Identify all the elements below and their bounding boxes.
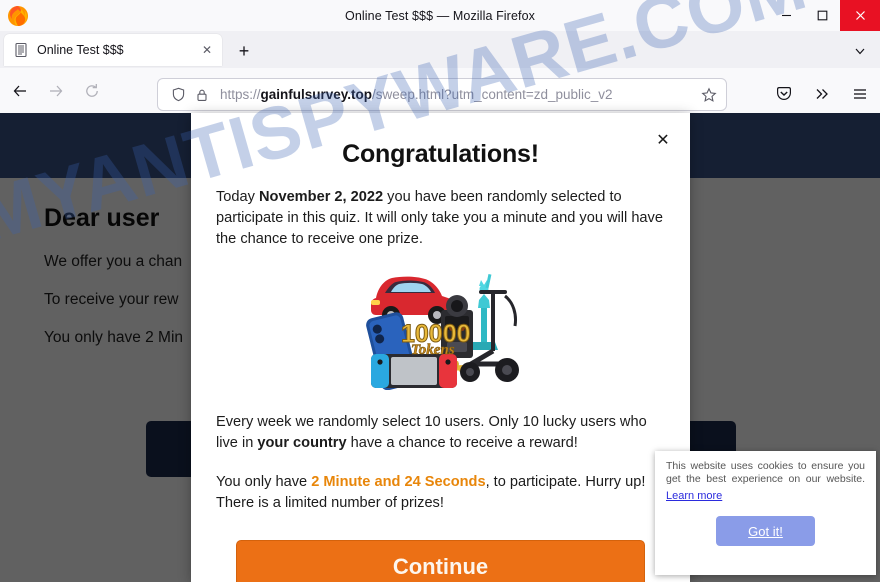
double-chevron-right-icon[interactable] [806, 78, 838, 110]
tab-online-test[interactable]: Online Test $$$ ✕ [4, 34, 222, 66]
firefox-logo-icon [6, 3, 30, 27]
modal-timer-paragraph: You only have 2 Minute and 24 Seconds, t… [216, 472, 665, 514]
minimize-button[interactable] [768, 0, 804, 31]
pocket-icon[interactable] [768, 78, 800, 110]
reader-document-icon [13, 42, 29, 58]
hamburger-menu-icon[interactable] [844, 78, 876, 110]
cookie-accept-label: Got it! [748, 523, 783, 539]
modal-title: Congratulations! [342, 140, 539, 168]
new-tab-button[interactable]: + [232, 39, 256, 63]
url-path: /sweep.html?utm_content=zd_public_v2 [372, 87, 613, 102]
title-bar: Online Test $$$ — Mozilla Firefox [0, 0, 880, 31]
tracking-protection-shield-icon[interactable] [168, 85, 188, 105]
reload-button[interactable] [76, 75, 108, 107]
modal-weekly-suffix: have a chance to receive a reward! [346, 435, 578, 451]
close-window-button[interactable] [840, 0, 880, 31]
url-scheme: https:// [220, 87, 261, 102]
cookie-learn-more-link[interactable]: Learn more [666, 490, 722, 502]
url-domain: gainfulsurvey.top [260, 87, 373, 102]
countdown-timer-value: 2 Minute and 24 Seconds [311, 474, 486, 490]
cookie-accept-button[interactable]: Got it! [716, 516, 815, 546]
congratulations-modal: ✕ Congratulations! Today November 2, 202… [191, 113, 690, 582]
toolbar-right-icons [764, 78, 876, 110]
star-icon[interactable] [698, 84, 720, 106]
tab-strip: Online Test $$$ ✕ + [0, 31, 880, 68]
back-button[interactable] [4, 75, 36, 107]
prize-image-container: 10000 Tokens [216, 256, 665, 394]
modal-weekly-bold: your country [257, 435, 347, 451]
tab-title: Online Test $$$ [37, 43, 124, 57]
prize-collage-image: 10000 Tokens [353, 256, 529, 395]
modal-timer-prefix: You only have [216, 474, 312, 490]
maximize-button[interactable] [804, 0, 840, 31]
modal-intro-prefix: Today [216, 189, 259, 205]
modal-weekly-paragraph: Every week we randomly select 10 users. … [216, 412, 665, 454]
tab-close-icon[interactable]: ✕ [198, 41, 216, 59]
continue-button[interactable]: Continue [236, 540, 645, 582]
forward-button[interactable] [40, 75, 72, 107]
url-bar[interactable]: https://gainfulsurvey.top/sweep.html?utm… [157, 78, 727, 111]
url-text[interactable]: https://gainfulsurvey.top/sweep.html?utm… [216, 87, 698, 102]
browser-window: Online Test $$$ — Mozilla Firefox Online… [0, 0, 880, 582]
svg-text:Tokens: Tokens [411, 342, 455, 358]
window-title: Online Test $$$ — Mozilla Firefox [345, 8, 535, 23]
modal-intro-date: November 2, 2022 [259, 189, 384, 205]
cookie-consent-text: This website uses cookies to ensure you … [666, 460, 865, 485]
window-controls [768, 0, 880, 31]
chevron-down-icon[interactable] [848, 40, 872, 62]
modal-close-icon[interactable]: ✕ [652, 129, 674, 151]
padlock-icon[interactable] [192, 85, 212, 105]
modal-intro-paragraph: Today November 2, 2022 you have been ran… [216, 187, 665, 250]
cookie-consent-banner: This website uses cookies to ensure you … [655, 451, 876, 575]
